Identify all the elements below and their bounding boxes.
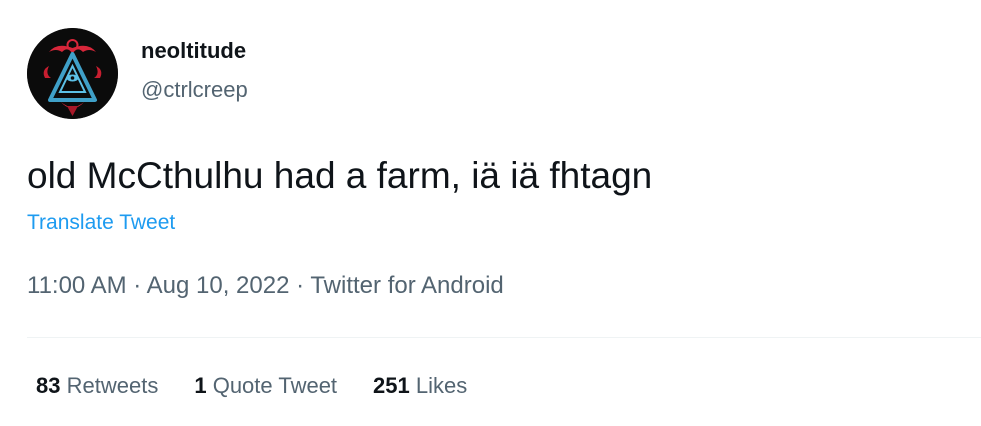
display-name[interactable]: neoltitude — [141, 38, 246, 64]
likes-count: 251 — [373, 373, 410, 398]
occult-triangle-sigil-icon — [27, 28, 118, 119]
translate-tweet-link[interactable]: Translate Tweet — [27, 211, 175, 235]
likes-label: Likes — [415, 373, 468, 398]
retweets-label: Retweets — [66, 373, 159, 398]
separator-dot: · — [296, 272, 311, 299]
tweet-source[interactable]: Twitter for Android — [310, 272, 503, 299]
tweet-card: neoltitude @ctrlcreep old McCthulhu had … — [0, 0, 981, 426]
user-handle[interactable]: @ctrlcreep — [141, 77, 248, 103]
avatar[interactable] — [27, 28, 118, 119]
tweet-text: old McCthulhu had a farm, iä iä fhtagn — [27, 155, 653, 196]
tweet-time[interactable]: 11:00 AM — [27, 272, 127, 299]
divider — [27, 337, 981, 338]
tweet-metadata: 11:00 AM · Aug 10, 2022 · Twitter for An… — [27, 272, 504, 300]
quote-tweets-count: 1 — [194, 373, 207, 398]
tweet-date[interactable]: Aug 10, 2022 — [147, 272, 290, 299]
engagement-stats: 83 Retweets 1 Quote Tweet 251 Likes — [36, 373, 503, 399]
separator-dot: · — [133, 272, 147, 299]
retweets-stat[interactable]: 83 Retweets — [36, 373, 158, 399]
likes-stat[interactable]: 251 Likes — [373, 373, 467, 399]
retweets-count: 83 — [36, 373, 61, 398]
quote-tweets-stat[interactable]: 1 Quote Tweet — [194, 373, 337, 399]
quote-tweets-label: Quote Tweet — [212, 373, 338, 398]
